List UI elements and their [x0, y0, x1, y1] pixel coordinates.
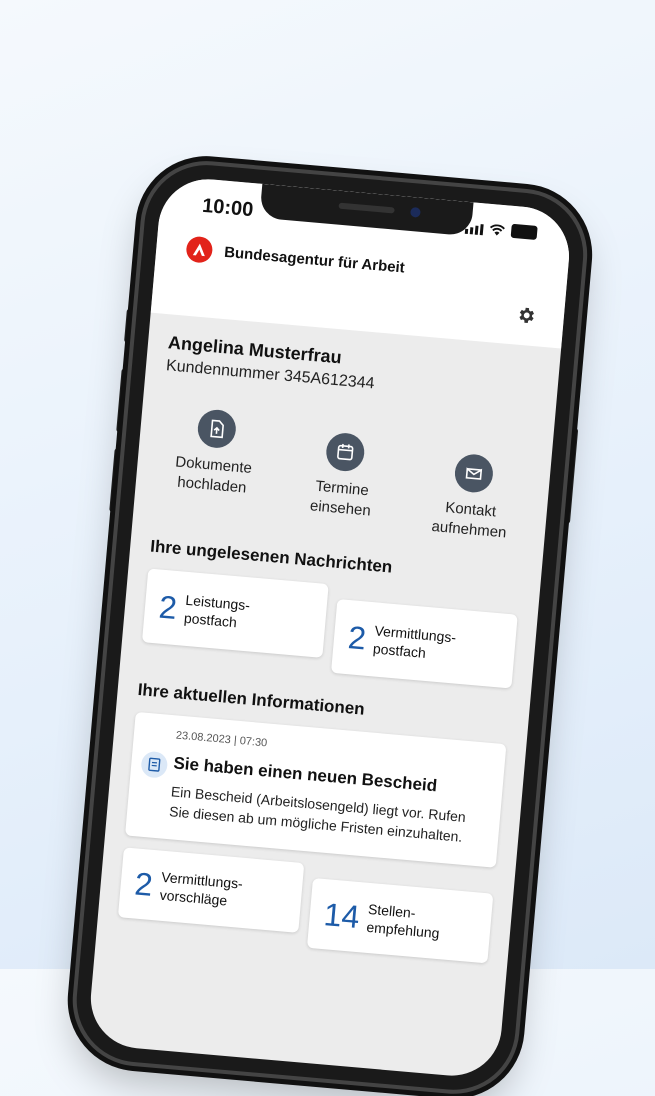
speaker — [338, 202, 395, 214]
gear-icon[interactable] — [515, 305, 537, 327]
calendar-icon — [324, 431, 366, 473]
job-recommendations-card[interactable]: 14 Stellen- empfehlung — [306, 877, 494, 964]
signal-icon — [464, 223, 484, 236]
placement-inbox-card[interactable]: 2 Vermittlungs- postfach — [331, 599, 518, 689]
quick-actions: Dokumente hochladen Termine einsehen Kon… — [153, 405, 533, 545]
camera — [410, 206, 421, 218]
wifi-icon — [489, 224, 505, 236]
contact-button[interactable]: Kontakt aufnehmen — [418, 450, 525, 544]
brand-name: Bundesagentur für Arbeit — [223, 243, 406, 277]
main-content: Angelina Musterfrau Kundennummer 345A612… — [97, 331, 560, 966]
unread-count: 2 — [157, 588, 179, 626]
benefits-inbox-card[interactable]: 2 Leistungs- postfach — [141, 568, 329, 658]
card-label: Leistungs- postfach — [183, 591, 251, 631]
proposal-count: 2 — [133, 865, 155, 903]
action-label: Termine einsehen — [309, 477, 372, 520]
card-label: Vermittlungs- postfach — [372, 622, 457, 661]
action-label: Dokumente hochladen — [174, 453, 253, 497]
mute-switch — [124, 308, 135, 344]
document-icon — [140, 750, 169, 779]
battery-icon — [510, 223, 538, 240]
info-cards: 2 Vermittlungs- vorschläge 14 Stellen- e… — [117, 847, 495, 964]
status-time: 10:00 — [201, 194, 255, 222]
view-appointments-button[interactable]: Termine einsehen — [289, 429, 397, 533]
recommendation-count: 14 — [322, 895, 362, 935]
document-upload-icon — [196, 408, 238, 450]
card-label: Vermittlungs- vorschläge — [159, 868, 244, 909]
phone-mockup: 10:00 Bundesagentur für Arbeit Angelina … — [71, 160, 589, 1095]
upload-documents-button[interactable]: Dokumente hochladen — [159, 406, 268, 522]
contact-icon — [453, 452, 495, 495]
card-label: Stellen- empfehlung — [365, 900, 441, 942]
ba-logo-icon — [185, 235, 214, 264]
app-screen: 10:00 Bundesagentur für Arbeit Angelina … — [86, 175, 574, 1080]
action-label: Kontakt aufnehmen — [430, 499, 508, 542]
brand: Bundesagentur für Arbeit — [185, 235, 406, 281]
status-icons — [464, 220, 538, 240]
unread-count: 2 — [346, 618, 368, 657]
message-cards: 2 Leistungs- postfach 2 Vermittlungs- po… — [141, 568, 519, 689]
notice-card[interactable]: 23.08.2023 | 07:30 Sie haben einen neuen… — [125, 711, 507, 868]
job-proposals-card[interactable]: 2 Vermittlungs- vorschläge — [117, 847, 305, 933]
